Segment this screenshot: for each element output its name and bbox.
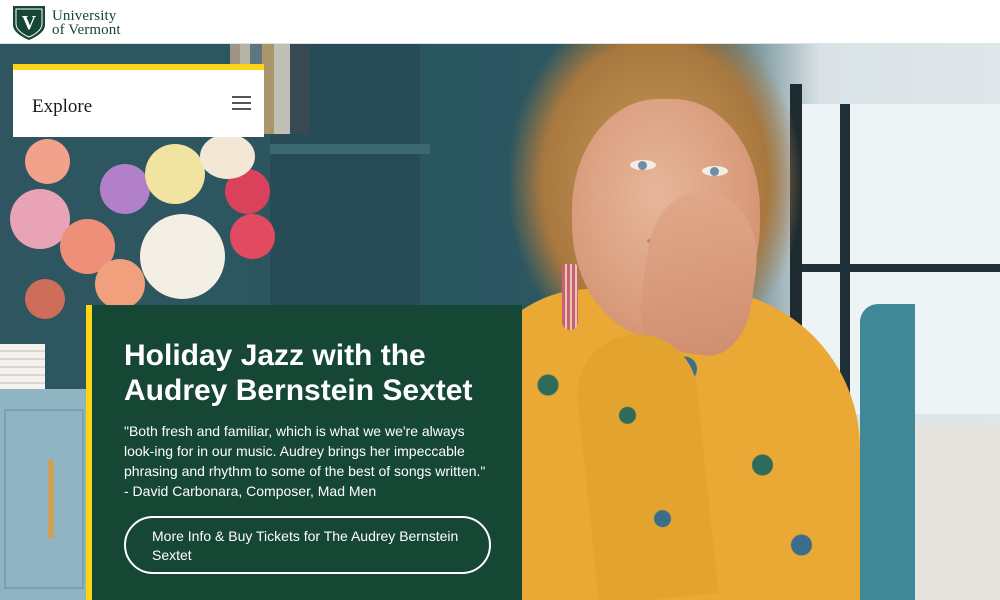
explore-label: Explore [32, 96, 93, 117]
flower [100, 164, 150, 214]
flower [95, 259, 145, 309]
flower [140, 214, 225, 299]
logo-line-1: University [52, 8, 117, 24]
site-header: V University of Vermont [0, 0, 1000, 44]
cabinet-handle [48, 459, 54, 539]
earring [562, 264, 578, 330]
right-eye [702, 166, 728, 176]
paper-stack [0, 344, 45, 392]
flower [145, 144, 205, 204]
window-mullion [840, 104, 850, 414]
event-title: Holiday Jazz with the Audrey Bernstein S… [124, 339, 473, 407]
university-logo[interactable]: V University of Vermont [12, 5, 121, 41]
flower [25, 279, 65, 319]
card-accent-bar [86, 305, 92, 600]
flower [230, 214, 275, 259]
logo-line-2: of Vermont [52, 22, 121, 38]
shield-letter: V [22, 12, 37, 34]
flower [200, 134, 255, 179]
window-transom [800, 264, 1000, 272]
flower [25, 139, 70, 184]
wall-shelf [270, 144, 430, 154]
left-eye [630, 160, 656, 170]
pillow [860, 304, 915, 600]
cabinet [0, 389, 92, 600]
event-card: Holiday Jazz with the Audrey Bernstein S… [86, 305, 522, 600]
buy-tickets-button[interactable]: More Info & Buy Tickets for The Audrey B… [124, 516, 491, 574]
event-quote: "Both fresh and familiar, which is what … [124, 423, 486, 499]
cabinet-door [4, 409, 84, 589]
hamburger-menu-icon[interactable] [232, 96, 251, 110]
logo-wordmark: University of Vermont [52, 8, 121, 38]
explore-menu-button[interactable]: Explore [13, 64, 264, 137]
uvm-shield-icon: V [13, 6, 45, 40]
